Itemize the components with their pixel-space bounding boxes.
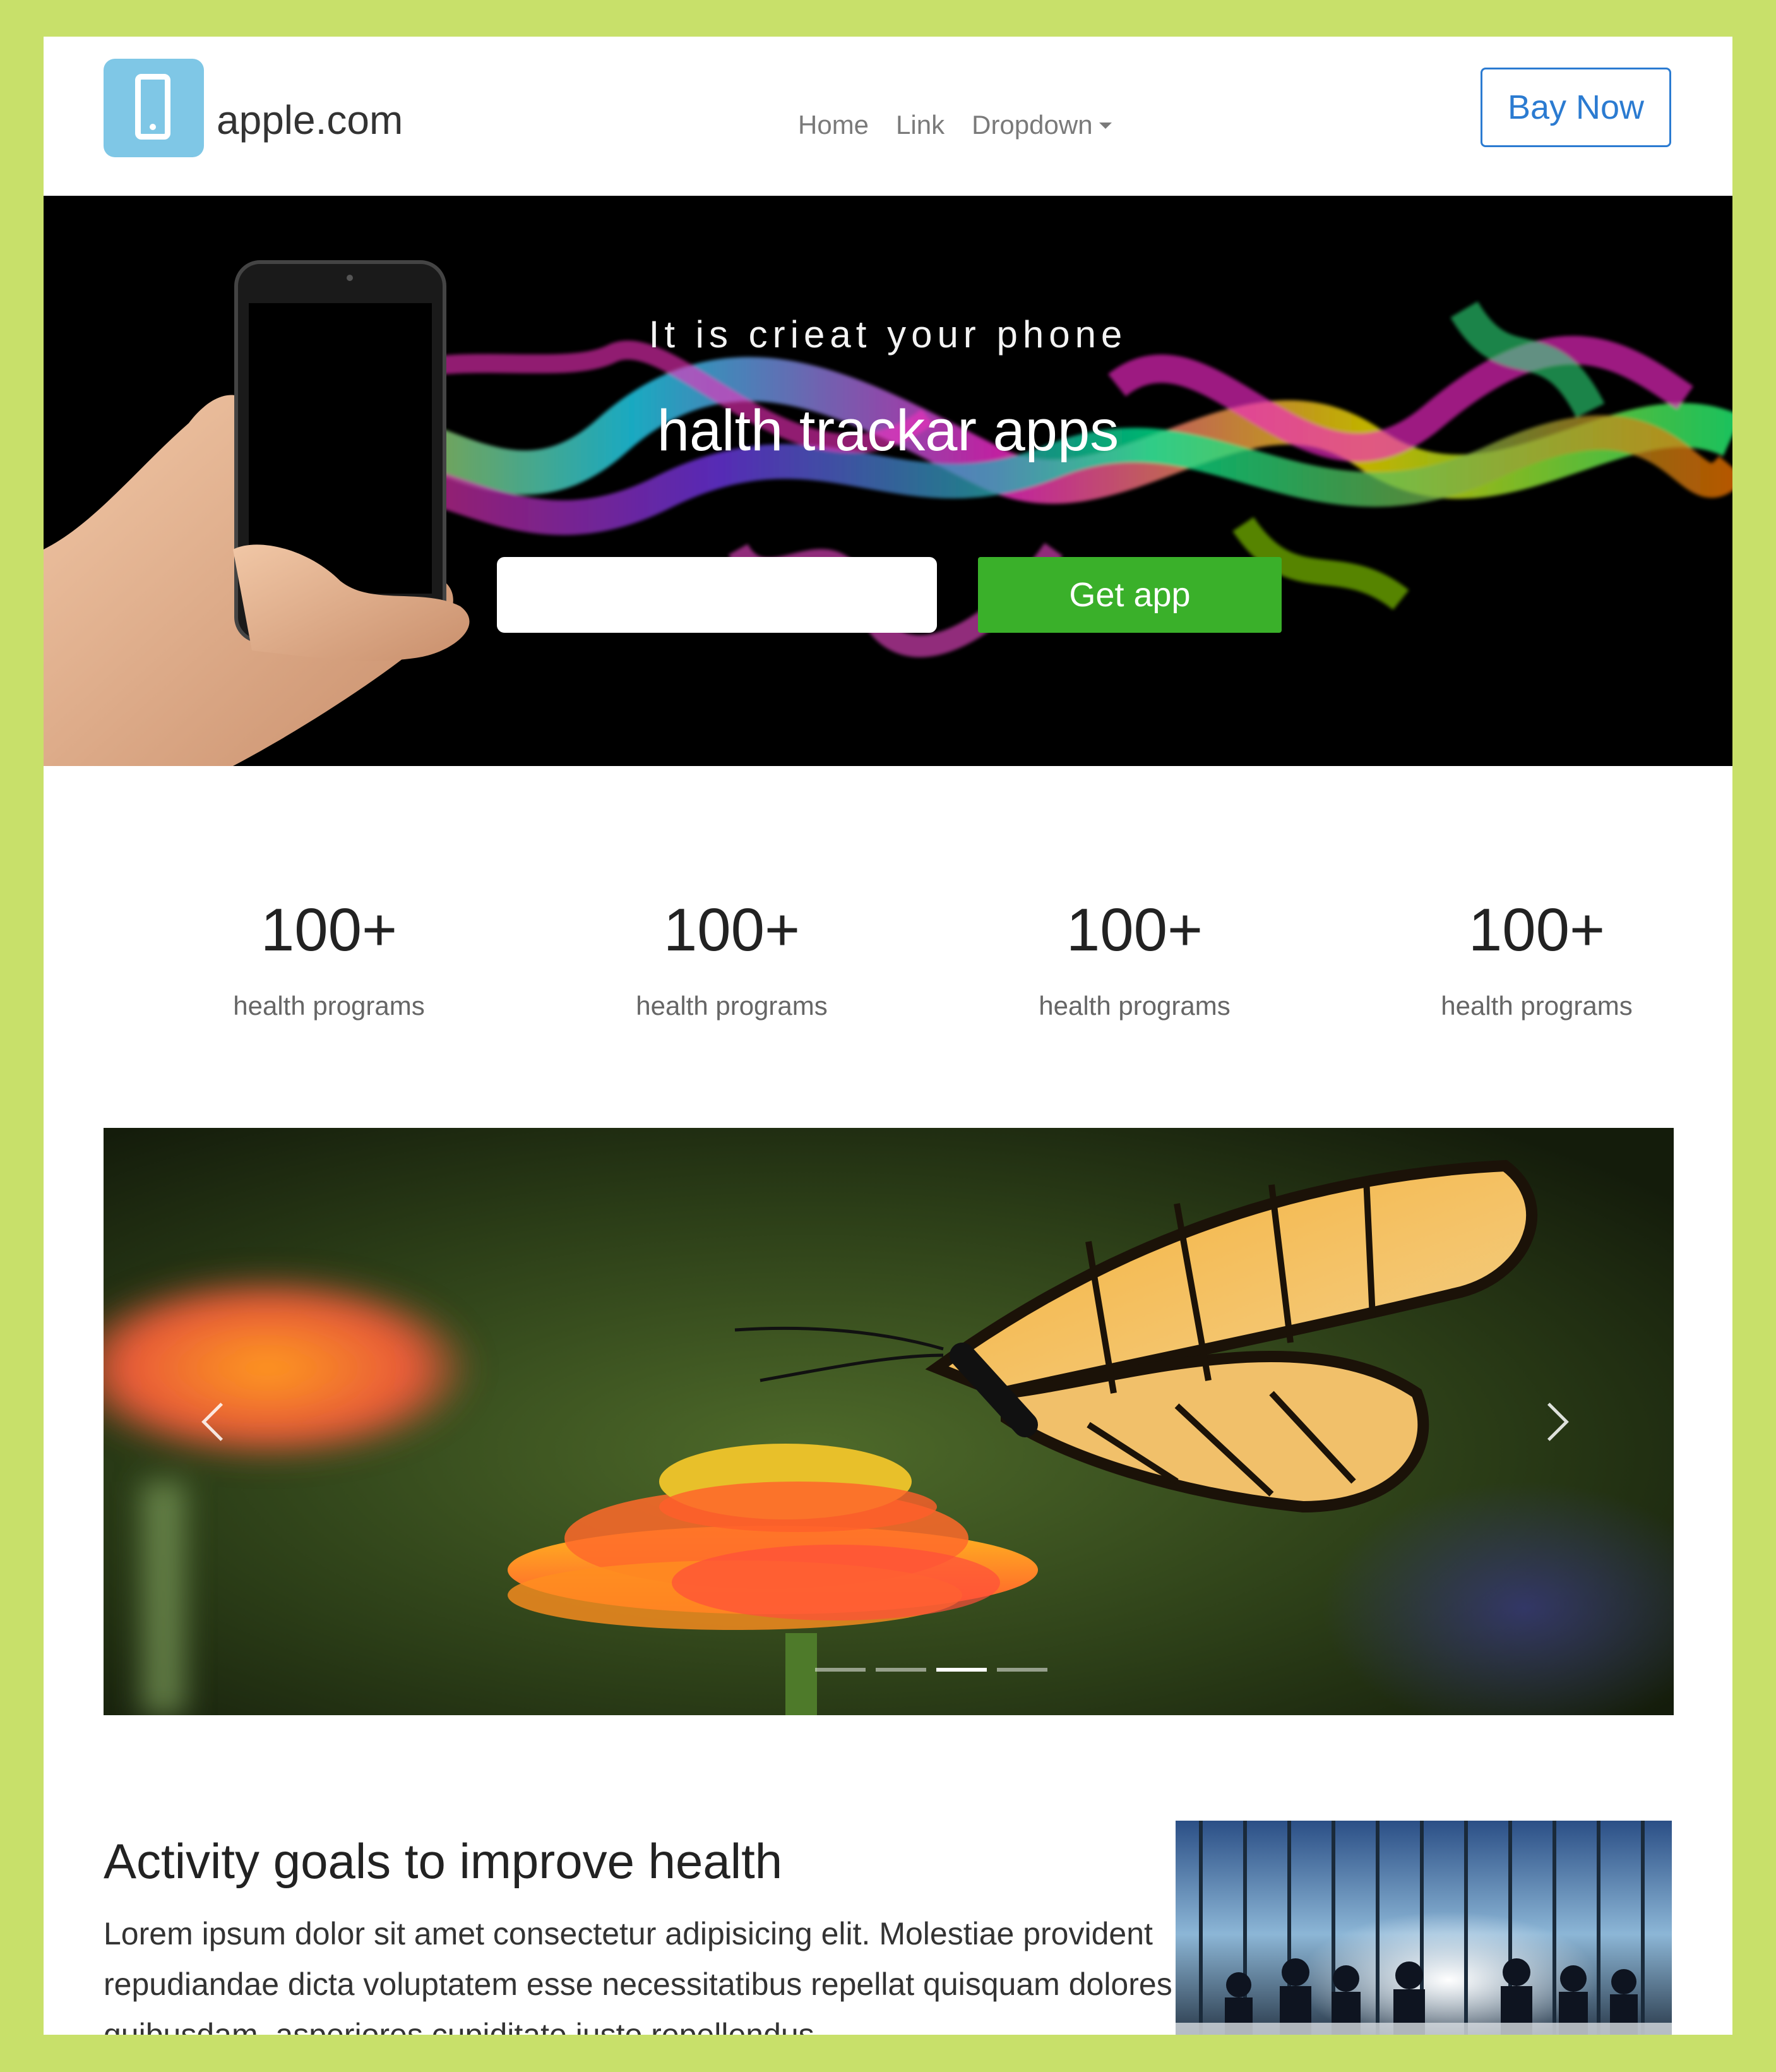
page: apple.com Home Link Dropdown Bay Now It …: [44, 37, 1732, 2035]
stat-label: health programs: [636, 991, 828, 1021]
image-carousel[interactable]: [104, 1128, 1674, 1715]
brand-name: apple.com: [217, 97, 403, 143]
hero-background: [44, 260, 1732, 766]
hero-banner: It is crieat your phone halth trackar ap…: [44, 196, 1732, 766]
chevron-right-icon: [1530, 1402, 1569, 1441]
meeting-image: [1176, 1821, 1672, 2035]
hero-email-input[interactable]: [497, 557, 937, 633]
stat-label: health programs: [1441, 991, 1633, 1021]
stat-value: 100+: [1066, 896, 1203, 964]
stat-label: health programs: [1039, 991, 1231, 1021]
navbar: apple.com Home Link Dropdown Bay Now: [44, 37, 1732, 196]
carousel-indicator[interactable]: [997, 1668, 1047, 1672]
stat-value: 100+: [260, 896, 398, 964]
butterfly-flower-image: [104, 1128, 1674, 1715]
carousel-indicator-active[interactable]: [936, 1668, 987, 1672]
stat-label: health programs: [233, 991, 425, 1021]
stats-section: 100+ health programs 100+ health program…: [44, 766, 1732, 1145]
stat-value: 100+: [663, 896, 801, 964]
phone-icon: [104, 59, 204, 157]
stat-value: 100+: [1468, 896, 1606, 964]
chevron-left-icon: [201, 1402, 240, 1441]
nav-link-link[interactable]: Link: [896, 110, 945, 140]
carousel-indicator[interactable]: [876, 1668, 926, 1672]
get-app-button[interactable]: Get app: [978, 557, 1282, 633]
nav-dropdown[interactable]: Dropdown: [972, 110, 1111, 140]
carousel-indicators: [815, 1668, 1058, 1672]
nav-links: Home Link Dropdown: [798, 110, 1139, 140]
hero-subtitle: It is crieat your phone: [648, 313, 1128, 356]
carousel-prev-button[interactable]: [182, 1390, 246, 1453]
hero-title: halth trackar apps: [657, 398, 1119, 463]
buy-now-button[interactable]: Bay Now: [1481, 68, 1671, 147]
article-title: Activity goals to improve health: [104, 1833, 783, 1889]
carousel-next-button[interactable]: [1524, 1390, 1587, 1453]
nav-link-home[interactable]: Home: [798, 110, 869, 140]
article-section: Activity goals to improve health Lorem i…: [104, 1836, 1202, 2035]
article-body: Lorem ipsum dolor sit amet consectetur a…: [104, 1916, 1172, 2035]
brand-link[interactable]: apple.com: [104, 59, 403, 157]
carousel-indicator[interactable]: [815, 1668, 866, 1672]
